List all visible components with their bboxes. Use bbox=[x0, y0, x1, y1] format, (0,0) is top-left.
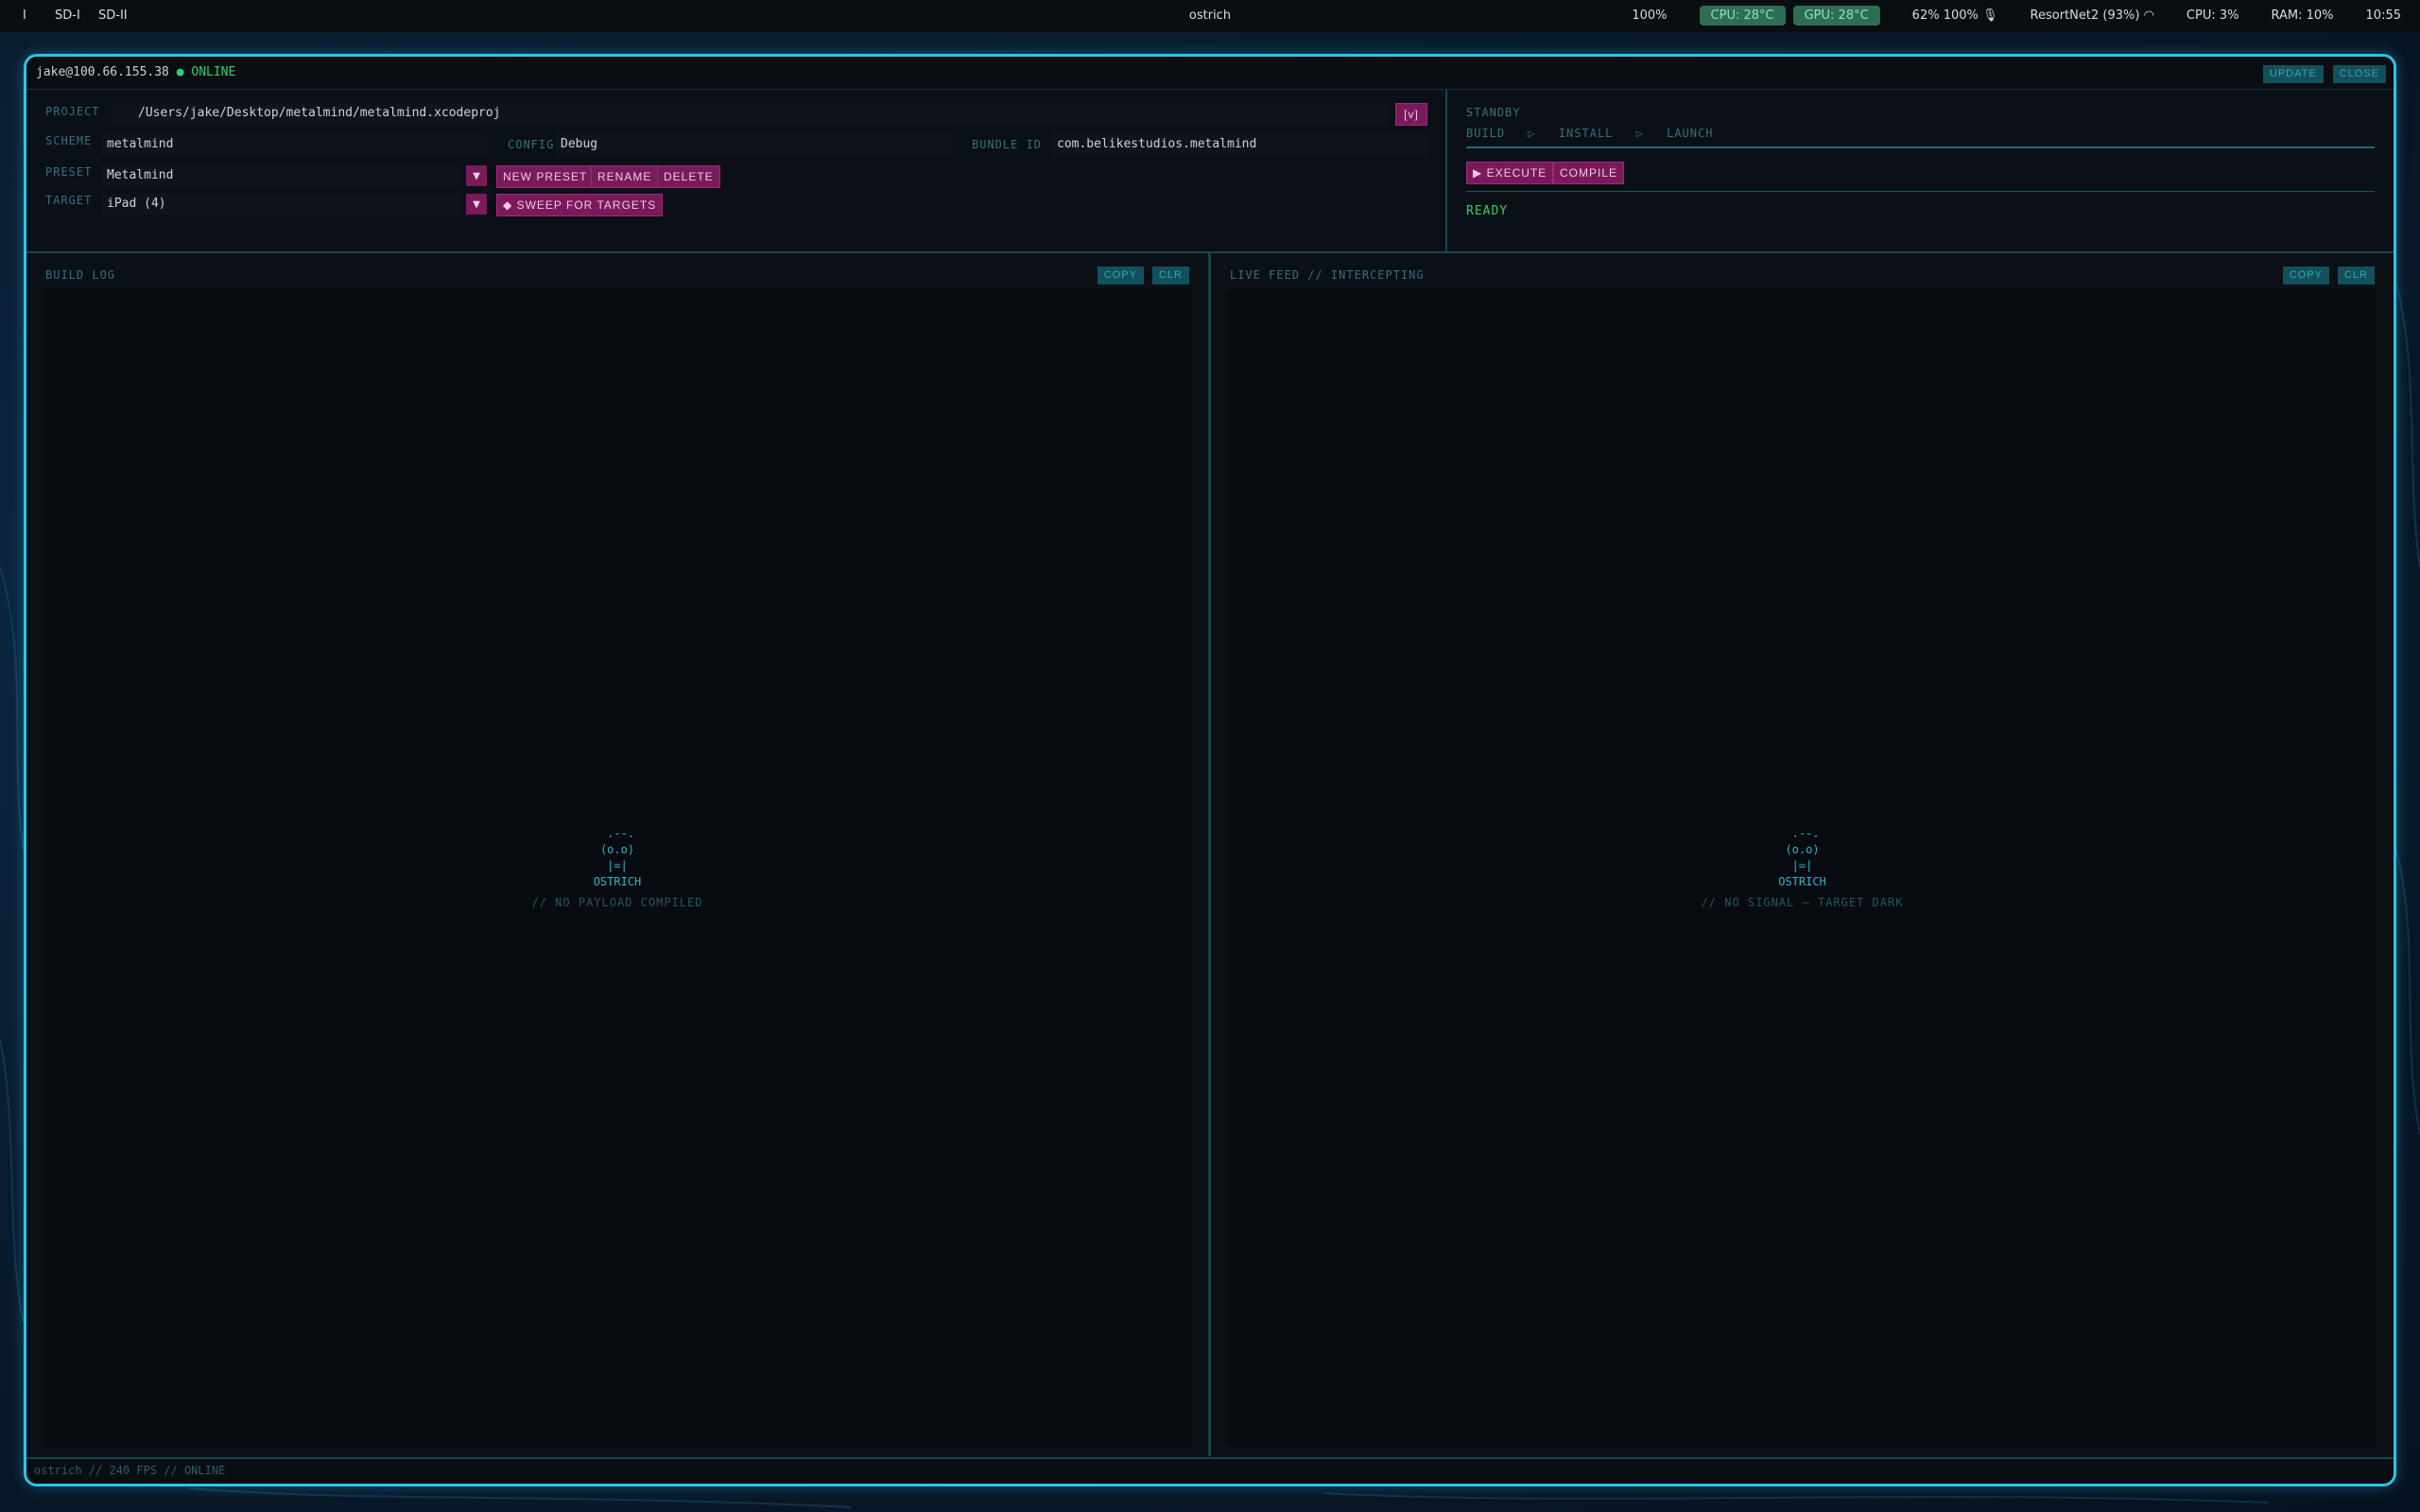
app-window: jake@100.66.155.38 ● ONLINE UPDATE CLOSE… bbox=[24, 54, 2396, 1486]
build-log-title: BUILD LOG bbox=[45, 268, 116, 282]
live-feed-empty-message: // NO SIGNAL — TARGET DARK bbox=[1701, 896, 1904, 909]
scheme-field[interactable]: metalmind bbox=[102, 134, 487, 155]
pipeline-stages: BUILD ▷ INSTALL ▷ LAUNCH bbox=[1466, 127, 1728, 140]
close-button[interactable]: CLOSE bbox=[2332, 65, 2386, 83]
delete-preset-button[interactable]: DELETE bbox=[657, 165, 720, 188]
update-button[interactable]: UPDATE bbox=[2262, 65, 2324, 83]
stage-build: BUILD bbox=[1466, 127, 1506, 140]
online-status: ● ONLINE bbox=[176, 65, 236, 79]
build-log-output[interactable]: .--. (o.o) |=| OSTRICH // NO PAYLOAD COM… bbox=[43, 289, 1191, 1447]
pipeline-state: STANDBY bbox=[1466, 106, 1521, 119]
preset-dropdown-icon[interactable]: ▼ bbox=[466, 165, 487, 186]
bundle-id-field[interactable]: com.belikestudios.metalmind bbox=[1052, 134, 1428, 155]
target-select[interactable]: iPad (4) bbox=[102, 194, 461, 215]
new-preset-button[interactable]: NEW PRESET bbox=[496, 165, 595, 188]
execute-button[interactable]: ▶ EXECUTE bbox=[1466, 162, 1554, 184]
build-log-copy-button[interactable]: COPY bbox=[1097, 266, 1144, 284]
target-dropdown-icon[interactable]: ▼ bbox=[466, 194, 487, 215]
cpu-usage: CPU: 3% bbox=[2186, 9, 2239, 23]
live-feed-output[interactable]: .--. (o.o) |=| OSTRICH // NO SIGNAL — TA… bbox=[1228, 289, 2377, 1447]
status-bar: ostrich // 240 FPS // ONLINE bbox=[26, 1457, 2394, 1484]
pipeline-status: READY bbox=[1466, 204, 1509, 218]
pipeline-progress-line bbox=[1466, 146, 2375, 148]
project-menu-button[interactable]: [v] bbox=[1395, 103, 1427, 126]
rename-preset-button[interactable]: RENAME bbox=[591, 165, 659, 188]
volume-value: 62% bbox=[1911, 9, 1940, 23]
config-field[interactable]: Debug bbox=[556, 134, 952, 155]
window-titlebar: jake@100.66.155.38 ● ONLINE UPDATE CLOSE bbox=[26, 57, 2394, 90]
wifi-icon: ◠ bbox=[2143, 9, 2154, 23]
config-label: CONFIG bbox=[508, 138, 555, 151]
live-feed-title: LIVE FEED // INTERCEPTING bbox=[1230, 268, 1425, 282]
stage-install: INSTALL bbox=[1558, 127, 1614, 140]
live-feed-copy-button[interactable]: COPY bbox=[2282, 266, 2329, 284]
build-log-panel: BUILD LOG COPY CLR .--. (o.o) |=| OSTRIC… bbox=[26, 253, 1211, 1456]
project-label: PROJECT bbox=[45, 105, 100, 118]
stage-arrow-icon: ▷ bbox=[1528, 127, 1536, 140]
gpu-temp-badge: GPU: 28°C bbox=[1792, 6, 1880, 26]
ostrich-ascii-logo: .--. (o.o) |=| OSTRICH bbox=[593, 827, 642, 888]
wifi-value: ResortNet2 (93%) bbox=[2030, 9, 2140, 23]
clock[interactable]: 10:55 bbox=[2366, 9, 2401, 23]
pipeline-divider bbox=[1466, 191, 2375, 192]
stage-launch: LAUNCH bbox=[1667, 127, 1714, 140]
host-address: jake@100.66.155.38 bbox=[36, 65, 169, 79]
live-feed-panel: LIVE FEED // INTERCEPTING COPY CLR .--. … bbox=[1211, 253, 2394, 1456]
mic-icon: 🎙︎ bbox=[1982, 9, 1998, 23]
live-feed-clear-button[interactable]: CLR bbox=[2337, 266, 2375, 284]
target-label: TARGET bbox=[45, 194, 93, 207]
project-path-field[interactable]: /Users/jake/Desktop/metalmind/metalmind.… bbox=[112, 103, 1388, 124]
zoom-indicator: 100% bbox=[1632, 9, 1668, 23]
preset-select[interactable]: Metalmind bbox=[102, 165, 461, 186]
wifi-indicator[interactable]: ResortNet2 (93%) ◠ bbox=[2031, 9, 2154, 23]
build-log-clear-button[interactable]: CLR bbox=[1151, 266, 1189, 284]
connection-info: jake@100.66.155.38 ● ONLINE bbox=[36, 57, 235, 89]
ostrich-ascii-logo: .--. (o.o) |=| OSTRICH bbox=[1778, 827, 1826, 888]
build-log-empty-message: // NO PAYLOAD COMPILED bbox=[531, 896, 703, 909]
pipeline-panel: STANDBY BUILD ▷ INSTALL ▷ LAUNCH ▶ EXECU… bbox=[1447, 90, 2394, 253]
system-menubar: I SD-I SD-II ostrich 100% CPU: 28°C GPU:… bbox=[0, 0, 2420, 32]
ram-usage: RAM: 10% bbox=[2271, 9, 2334, 23]
compile-button[interactable]: COMPILE bbox=[1553, 162, 1625, 184]
cpu-temp-badge: CPU: 28°C bbox=[1699, 6, 1786, 26]
sweep-targets-button[interactable]: ◆ SWEEP FOR TARGETS bbox=[496, 194, 664, 216]
scheme-label: SCHEME bbox=[45, 134, 93, 147]
mic-value: 100% bbox=[1943, 9, 1979, 23]
stage-arrow-icon: ▷ bbox=[1635, 127, 1644, 140]
config-panel: PROJECT /Users/jake/Desktop/metalmind/me… bbox=[26, 90, 1447, 253]
bundle-id-label: BUNDLE ID bbox=[972, 138, 1043, 151]
preset-label: PRESET bbox=[45, 165, 93, 179]
volume-indicator[interactable]: 62% 100% 🎙︎ bbox=[1912, 9, 1998, 23]
